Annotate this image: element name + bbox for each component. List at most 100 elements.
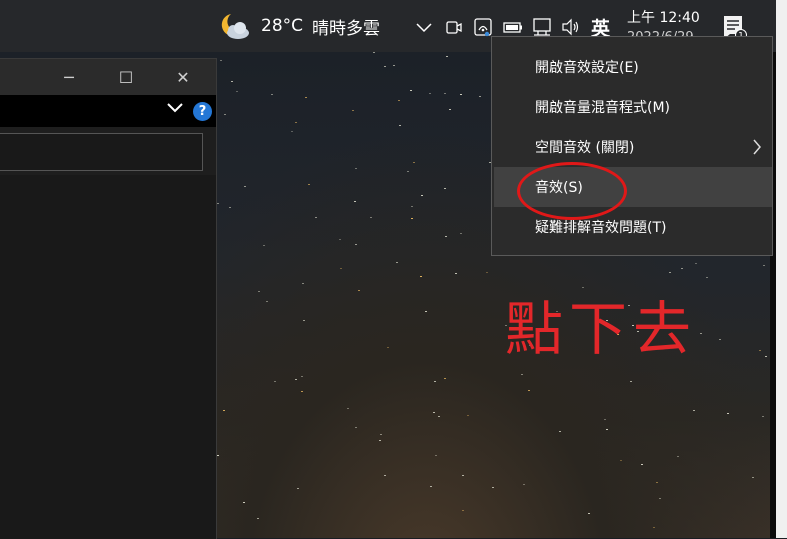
star-decoration (271, 94, 273, 95)
star-decoration (223, 410, 225, 411)
star-decoration (370, 217, 372, 218)
star-decoration (352, 110, 354, 111)
star-decoration (379, 440, 381, 441)
meet-now-icon[interactable] (444, 17, 464, 37)
star-decoration (347, 408, 349, 409)
star-decoration (559, 431, 561, 432)
star-decoration (430, 486, 432, 487)
star-decoration (266, 301, 268, 302)
network-icon[interactable] (473, 17, 493, 37)
ethernet-icon[interactable] (532, 17, 552, 37)
clock-time[interactable]: 上午 12:40 (627, 7, 700, 27)
star-decoration (340, 268, 342, 269)
close-button[interactable]: ✕ (160, 59, 206, 95)
star-decoration (393, 65, 395, 66)
star-decoration (295, 379, 297, 380)
star-decoration (521, 374, 523, 375)
highlight-circle-annotation (517, 162, 627, 220)
star-decoration (411, 218, 413, 219)
star-decoration (302, 283, 304, 284)
help-button[interactable]: ? (193, 102, 212, 121)
star-decoration (681, 268, 683, 269)
star-decoration (467, 415, 469, 416)
star-decoration (303, 320, 305, 321)
star-decoration (297, 488, 299, 489)
star-decoration (396, 262, 398, 263)
star-decoration (236, 91, 238, 92)
star-decoration (435, 455, 437, 456)
maximize-button[interactable]: ☐ (103, 59, 149, 95)
star-decoration (398, 100, 400, 101)
star-decoration (446, 56, 448, 57)
star-decoration (719, 339, 721, 340)
star-decoration (444, 378, 446, 379)
volume-icon[interactable] (561, 17, 581, 37)
star-decoration (765, 356, 767, 357)
window-titlebar[interactable]: ─ ☐ ✕ (0, 59, 216, 95)
star-decoration (528, 390, 530, 391)
star-decoration (588, 513, 590, 514)
star-decoration (752, 477, 754, 478)
star-decoration (604, 419, 606, 420)
address-input[interactable] (0, 133, 203, 171)
click-here-annotation: 點下去 (505, 295, 698, 363)
star-decoration (620, 460, 622, 461)
window-content (0, 175, 216, 539)
menu-item-spatial-sound[interactable]: 空間音效 (關閉) (494, 127, 772, 167)
screen-margin (776, 0, 787, 538)
star-decoration (413, 162, 415, 163)
menu-item-open-sound-settings[interactable]: 開啟音效設定(E) (494, 47, 772, 87)
weather-condition[interactable]: 晴時多雲 (312, 0, 380, 52)
star-decoration (653, 527, 655, 528)
star-decoration (700, 333, 702, 334)
star-decoration (762, 416, 764, 417)
star-decoration (308, 184, 310, 185)
chevron-up-icon[interactable] (414, 17, 434, 37)
star-decoration (217, 203, 219, 204)
star-decoration (373, 52, 375, 53)
star-decoration (224, 114, 226, 115)
star-decoration (358, 290, 360, 291)
star-decoration (355, 427, 357, 428)
star-decoration (444, 93, 446, 94)
star-decoration (301, 391, 303, 392)
battery-icon[interactable] (503, 17, 523, 37)
star-decoration (479, 96, 481, 97)
star-decoration (695, 263, 697, 264)
star-decoration (693, 410, 695, 411)
menu-item-label: 開啟音量混音程式(M) (535, 100, 671, 116)
menu-item-open-volume-mixer[interactable]: 開啟音量混音程式(M) (494, 87, 772, 127)
star-decoration (759, 350, 761, 351)
star-decoration (339, 239, 341, 240)
star-decoration (425, 311, 427, 312)
star-decoration (263, 245, 265, 246)
minimize-button[interactable]: ─ (46, 59, 92, 95)
star-decoration (669, 272, 671, 273)
star-decoration (462, 510, 464, 511)
star-decoration (220, 60, 222, 61)
star-decoration (606, 429, 608, 430)
star-decoration (706, 277, 708, 278)
menu-item-label: 開啟音效設定(E) (535, 60, 639, 76)
ribbon-expand-chevron-icon[interactable] (165, 101, 185, 115)
volume-context-menu: 開啟音效設定(E) 開啟音量混音程式(M) 空間音效 (關閉) 音效(S) 疑難… (491, 36, 773, 256)
star-decoration (460, 233, 462, 234)
star-decoration (305, 97, 307, 98)
star-decoration (380, 434, 382, 435)
star-decoration (217, 455, 219, 456)
star-decoration (399, 125, 401, 126)
star-decoration (460, 94, 462, 95)
star-decoration (243, 502, 245, 503)
menu-item-label: 空間音效 (關閉) (535, 140, 635, 156)
star-decoration (258, 291, 260, 292)
star-decoration (355, 168, 357, 169)
weather-temperature[interactable]: 28°C (261, 0, 303, 52)
star-decoration (438, 416, 440, 417)
star-decoration (630, 381, 632, 382)
star-decoration (523, 484, 525, 485)
partly-cloudy-night-icon[interactable] (218, 0, 254, 52)
star-decoration (410, 90, 412, 91)
star-decoration (231, 81, 233, 82)
star-decoration (315, 217, 317, 218)
star-decoration (420, 276, 422, 277)
